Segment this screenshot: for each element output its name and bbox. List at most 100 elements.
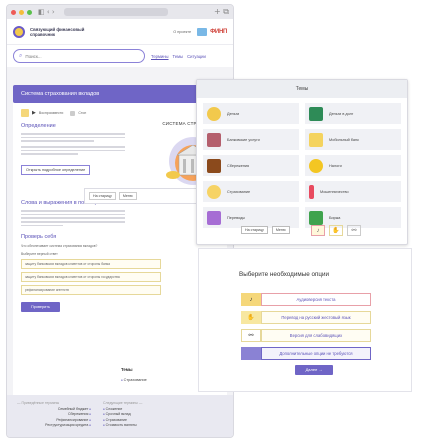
coins-icon: [309, 158, 323, 173]
theme-label: Переводы: [227, 215, 246, 220]
stop-label[interactable]: Стоп: [78, 111, 86, 115]
theme-label: Мошенничество: [320, 189, 349, 194]
back-to-page-button[interactable]: На старицу: [89, 192, 116, 200]
search-icon[interactable]: ⌕: [19, 52, 22, 60]
browser-nav-icons[interactable]: ◧ ‹ ›: [38, 8, 55, 16]
menu-button[interactable]: Меню: [271, 226, 290, 234]
option-sign-language[interactable]: ✋ Перевод на русский жестовый язык: [241, 311, 371, 324]
audio-icon: [21, 109, 29, 117]
theme-label: Биржа: [329, 215, 341, 220]
words-text: [21, 210, 125, 227]
theme-tile[interactable]: Мобильный банк: [305, 129, 401, 150]
site-logo-icon[interactable]: [13, 25, 25, 38]
briefcase-icon: [207, 158, 221, 173]
theme-tile[interactable]: Сбережения: [203, 155, 299, 176]
options-dialog: Выберите необходимые опции ♪ Аудиоверсия…: [198, 248, 412, 392]
page-title: Система страхования вкладов: [13, 85, 227, 103]
option-audio[interactable]: ♪ Аудиоверсия текста: [241, 293, 371, 306]
quiz-option[interactable]: защиту банковских вкладов клиентов от ст…: [21, 259, 161, 270]
house-icon: [309, 106, 323, 121]
theme-tile[interactable]: Деньги: [203, 103, 299, 124]
search-box[interactable]: ⌕: [13, 49, 145, 63]
next-terms-heading: Следующие термины —: [103, 401, 143, 405]
audio-option-icon[interactable]: ♪: [311, 225, 325, 236]
footer: — Приведённые термины Семейный бюджет Сб…: [7, 395, 233, 437]
theme-tile[interactable]: Мошенничество: [305, 181, 401, 202]
close-window-button[interactable]: [11, 9, 16, 15]
sign-language-icon[interactable]: ✋: [329, 225, 343, 236]
terms-link[interactable]: Термины: [151, 54, 169, 59]
quiz-hint: Выберите верный ответ: [21, 252, 58, 257]
quiz-question: Что обеспечивает система страхования вкл…: [21, 244, 98, 249]
play-label[interactable]: Воспроизвести: [39, 111, 63, 115]
option-label: Дополнительные опции не требуются: [261, 347, 371, 360]
theme-label: Мобильный банк: [329, 137, 359, 142]
footer-link[interactable]: Стоимость валюты: [103, 423, 177, 428]
back-to-page-button[interactable]: На старицу: [241, 226, 268, 234]
next-terms: Следующие термины — Сложение Срочный вкл…: [103, 401, 177, 429]
theme-tile[interactable]: Налоги: [305, 155, 401, 176]
stop-icon[interactable]: [70, 110, 76, 116]
theme-tile[interactable]: Страхование: [203, 181, 299, 202]
definition-text: [21, 133, 125, 155]
situations-link[interactable]: Ситуации: [187, 54, 206, 59]
footer-link[interactable]: Реструктуризация кредита: [17, 423, 91, 428]
options-title: Выберите необходимые опции: [239, 271, 330, 278]
themes-panel: Темы Деньги Деньги в долг Банковские усл…: [196, 79, 408, 245]
themes-panel-footer: На старицу Меню: [241, 226, 290, 234]
maximize-window-button[interactable]: [27, 9, 32, 15]
chart-icon: [309, 210, 323, 225]
quiz-option[interactable]: рефинансирование агентств: [21, 285, 161, 296]
theme-tile[interactable]: Банковские услуги: [203, 129, 299, 150]
theme-label: Деньги в долг: [329, 111, 354, 116]
option-none[interactable]: Дополнительные опции не требуются: [241, 347, 371, 360]
theme-label: Сбережения: [227, 163, 250, 168]
audio-controls: ▶ Воспроизвести Стоп: [21, 109, 219, 117]
quiz-option[interactable]: защиту банковских вкладов клиентов от ст…: [21, 272, 161, 283]
option-label: Аудиоверсия текста: [261, 293, 371, 306]
themes-accessibility-icons: ♪ ✋ ⚯: [311, 225, 361, 236]
coin-icon: [207, 106, 221, 121]
option-low-vision[interactable]: ⚯ Версия для слабовидящих: [241, 329, 371, 342]
themes-panel-title: Темы: [197, 80, 407, 98]
minimize-window-button[interactable]: [19, 9, 24, 15]
theme-label: Банковские услуги: [227, 137, 260, 142]
theme-tile[interactable]: Переводы: [203, 207, 299, 228]
search-row: ⌕ Термины Темы Ситуации: [7, 45, 233, 67]
accessibility-icon[interactable]: [197, 27, 208, 36]
site-header: Связующий финансовый справочник О проект…: [7, 19, 233, 45]
open-definition-button[interactable]: Открыть подробное определение: [21, 165, 91, 176]
themes-mini-title: Темы: [121, 367, 133, 372]
themes-grid: Деньги Деньги в долг Банковские услуги М…: [197, 98, 407, 233]
site-name[interactable]: Связующий финансовый справочник: [30, 27, 90, 37]
option-label: Версия для слабовидящих: [261, 329, 371, 342]
previous-terms-heading: — Приведённые термины: [17, 401, 60, 405]
previous-terms: — Приведённые термины Семейный бюджет Сб…: [17, 401, 91, 429]
address-bar[interactable]: [63, 8, 168, 16]
theme-label: Деньги: [227, 111, 240, 116]
check-button[interactable]: Проверить: [21, 302, 60, 313]
themes-mini-item[interactable]: Страхование: [121, 378, 147, 382]
option-label: Перевод на русский жестовый язык: [261, 311, 371, 324]
transfer-icon: [207, 210, 221, 225]
blank-option-icon: [241, 347, 261, 360]
search-links: Термины Темы Ситуации: [151, 54, 206, 59]
theme-label: Страхование: [227, 189, 251, 194]
warning-icon: [309, 184, 314, 199]
partner-logo[interactable]: ФИНП: [210, 29, 227, 35]
theme-tile[interactable]: Деньги в долг: [305, 103, 401, 124]
next-button[interactable]: Далее →: [295, 365, 333, 375]
theme-label: Налоги: [329, 163, 342, 168]
new-tab-button[interactable]: + ⧉: [214, 7, 229, 17]
menu-button[interactable]: Меню: [118, 192, 137, 200]
glasses-icon[interactable]: ⚯: [347, 225, 361, 236]
check-heading: Проверь себя: [21, 234, 57, 241]
search-input[interactable]: [25, 53, 126, 59]
themes-link[interactable]: Темы: [173, 54, 184, 59]
glasses-icon: ⚯: [241, 329, 261, 342]
speaker-icon: ♪: [241, 293, 261, 306]
article-content: ▶ Воспроизвести Стоп Определение СИСТЕМА…: [13, 103, 227, 419]
play-icon[interactable]: ▶: [32, 110, 36, 116]
umbrella-icon: [207, 184, 221, 199]
about-link[interactable]: О проекте: [173, 30, 191, 34]
